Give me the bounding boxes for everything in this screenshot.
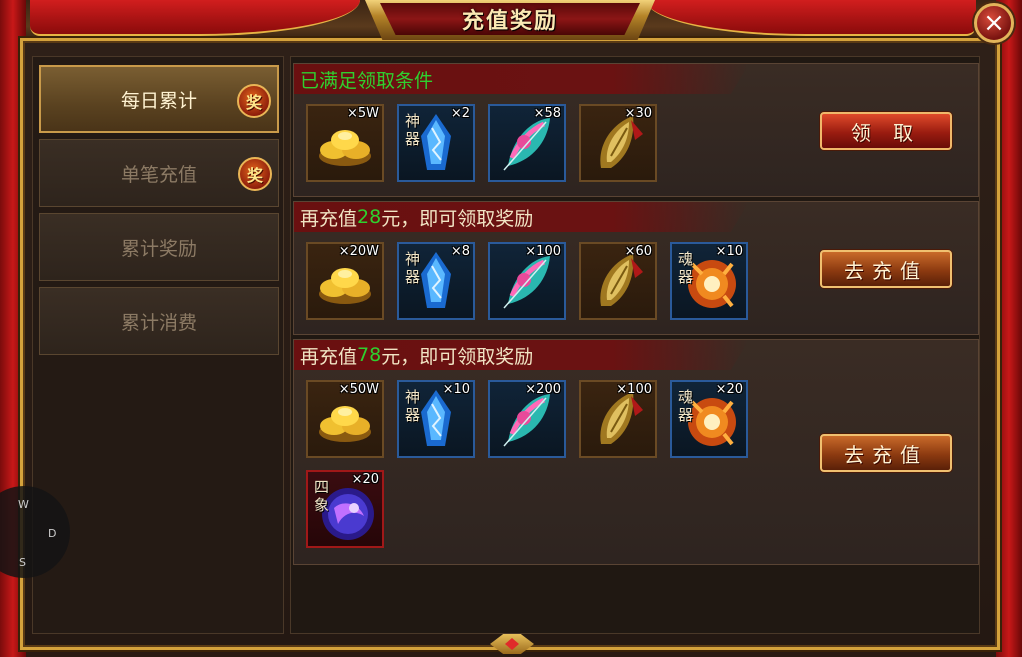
reward-list: 已满足领取条件 ×5W 神器 ×2 ×58 ×30 领 取 再充值 28 元，即可领… <box>290 56 980 634</box>
item-tag: 神器 <box>405 388 421 424</box>
reward-item[interactable]: 神器 ×10 <box>397 380 475 458</box>
reward-item[interactable]: ×5W <box>306 104 384 182</box>
condition-suffix: 元，即可领取奖励 <box>381 345 534 368</box>
reward-item[interactable]: 魂器 ×10 <box>670 242 748 320</box>
item-quantity: ×200 <box>525 382 561 397</box>
joystick-s-label: S <box>19 556 26 569</box>
condition-suffix: 元，即可领取奖励 <box>381 207 534 230</box>
reward-item[interactable]: ×50W <box>306 380 384 458</box>
tab-label: 累计消费 <box>120 311 197 334</box>
reward-item[interactable]: ×200 <box>488 380 566 458</box>
claim-button[interactable]: 领 取 <box>820 112 952 150</box>
recharge-amount: 28 <box>357 206 382 228</box>
reward-item[interactable]: ×60 <box>579 242 657 320</box>
joystick-w-label: W <box>18 498 29 511</box>
reward-item[interactable]: ×20W <box>306 242 384 320</box>
item-tag: 神器 <box>405 250 421 286</box>
tab-label: 累计奖励 <box>120 237 197 260</box>
reward-item[interactable]: ×100 <box>579 380 657 458</box>
item-quantity: ×10 <box>715 244 743 259</box>
reward-item[interactable]: 魂器 ×20 <box>670 380 748 458</box>
item-quantity: ×60 <box>624 244 652 259</box>
condition-prefix: 再充值 <box>300 207 358 230</box>
reward-row: 再充值 78 元，即可领取奖励 ×50W 神器 ×10 ×200 ×100 魂器 ×… <box>293 339 979 565</box>
item-quantity: ×8 <box>450 244 470 259</box>
joystick-d-label: D <box>48 527 57 540</box>
reward-badge-icon: 奖 <box>237 84 271 118</box>
item-quantity: ×20W <box>338 244 379 259</box>
page-title: 充值奖励 <box>380 3 640 35</box>
reward-item[interactable]: 四象 ×20 <box>306 470 384 548</box>
reward-row-header: 再充值 78 元，即可领取奖励 <box>294 340 749 370</box>
condition-prefix: 再充值 <box>300 345 358 368</box>
sidebar: 每日累计 奖 单笔充值 奖 累计奖励 累计消费 <box>32 56 284 634</box>
item-tag: 魂器 <box>678 250 694 286</box>
tab-single-recharge[interactable]: 单笔充值 奖 <box>39 139 279 207</box>
item-quantity: ×30 <box>624 106 652 121</box>
reward-item[interactable]: 神器 ×8 <box>397 242 475 320</box>
item-quantity: ×100 <box>525 244 561 259</box>
item-tag: 四象 <box>314 478 330 514</box>
tab-cumulative-reward[interactable]: 累计奖励 <box>39 213 279 281</box>
reward-item[interactable]: ×100 <box>488 242 566 320</box>
item-quantity: ×20 <box>351 472 379 487</box>
close-icon: × <box>983 8 1005 38</box>
reward-row: 已满足领取条件 ×5W 神器 ×2 ×58 ×30 领 取 <box>293 63 979 197</box>
tab-label: 每日累计 <box>120 89 197 112</box>
recharge-button[interactable]: 去充值 <box>820 434 952 472</box>
item-tag: 神器 <box>405 112 421 148</box>
item-quantity: ×100 <box>616 382 652 397</box>
tab-cumulative-spend[interactable]: 累计消费 <box>39 287 279 355</box>
recharge-amount: 78 <box>357 344 382 366</box>
reward-item[interactable]: 神器 ×2 <box>397 104 475 182</box>
reward-row-header: 已满足领取条件 <box>294 64 749 94</box>
close-button[interactable]: × <box>974 3 1014 43</box>
tab-label: 单笔充值 <box>120 163 197 186</box>
item-quantity: ×20 <box>715 382 743 397</box>
tab-daily-cumulative[interactable]: 每日累计 奖 <box>39 65 279 133</box>
item-quantity: ×5W <box>346 106 379 121</box>
reward-row-header: 再充值 28 元，即可领取奖励 <box>294 202 749 232</box>
item-quantity: ×2 <box>450 106 470 121</box>
reward-item[interactable]: ×30 <box>579 104 657 182</box>
item-quantity: ×50W <box>338 382 379 397</box>
reward-item[interactable]: ×58 <box>488 104 566 182</box>
item-quantity: ×58 <box>533 106 561 121</box>
reward-badge-icon: 奖 <box>238 157 272 191</box>
reward-row: 再充值 28 元，即可领取奖励 ×20W 神器 ×8 ×100 ×60 魂器 ×10… <box>293 201 979 335</box>
item-quantity: ×10 <box>442 382 470 397</box>
status-text: 已满足领取条件 <box>300 69 434 92</box>
recharge-button[interactable]: 去充值 <box>820 250 952 288</box>
item-tag: 魂器 <box>678 388 694 424</box>
